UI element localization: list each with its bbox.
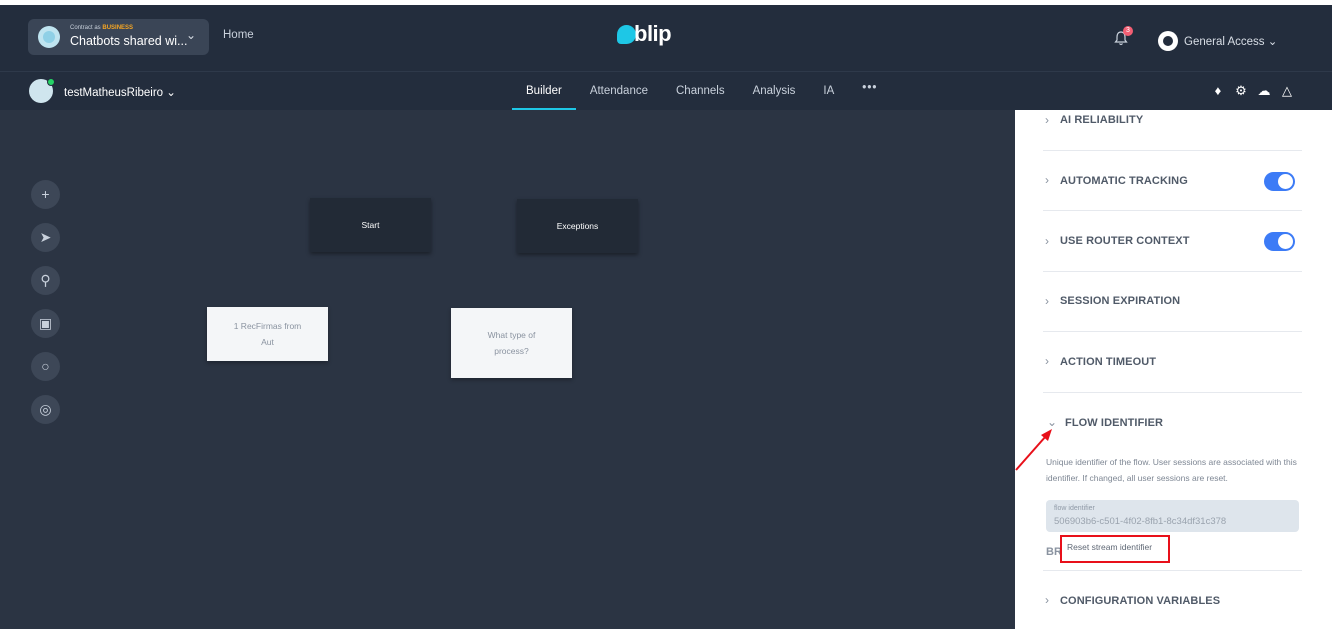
account-menu[interactable]: General Access ⌄ bbox=[1184, 34, 1277, 48]
node-process-type[interactable]: What type of process? bbox=[451, 308, 572, 378]
automatic-tracking-toggle[interactable] bbox=[1264, 172, 1295, 191]
tab-channels[interactable]: Channels bbox=[662, 72, 739, 111]
flow-settings-panel: › AI RELIABILITY › AUTOMATIC TRACKING › … bbox=[1015, 110, 1332, 629]
flow-identifier-label: flow identifier bbox=[1054, 505, 1095, 512]
chevron-right-icon: › bbox=[1045, 354, 1049, 368]
add-icon[interactable]: + bbox=[31, 180, 60, 209]
bot-navigation-bar: testMatheusRibeiro ⌄ Builder Attendance … bbox=[0, 71, 1332, 111]
contract-selector[interactable]: Contract as BUSINESS Chatbots shared wi.… bbox=[28, 19, 209, 55]
bot-avatar[interactable] bbox=[29, 78, 55, 103]
account-avatar[interactable] bbox=[1158, 31, 1178, 51]
contract-name: Chatbots shared wi... bbox=[70, 34, 188, 48]
section-automatic-tracking[interactable]: › AUTOMATIC TRACKING bbox=[1043, 151, 1302, 211]
rocket-icon[interactable]: ➤ bbox=[31, 223, 60, 252]
bot-selector[interactable]: testMatheusRibeiro ⌄ bbox=[64, 85, 176, 99]
chevron-right-icon: › bbox=[1045, 294, 1049, 308]
section-action-timeout[interactable]: › ACTION TIMEOUT bbox=[1043, 332, 1302, 393]
puzzle-icon[interactable]: ♦ bbox=[1211, 83, 1225, 99]
notification-badge: 3 bbox=[1123, 26, 1133, 36]
flow-canvas[interactable]: + ➤ ⚲ ▣ ○ ◎ Start Exceptions 1 RecFirmas… bbox=[0, 110, 1015, 629]
section-ai-reliability[interactable]: › AI RELIABILITY bbox=[1043, 110, 1302, 151]
book-icon[interactable]: ▣ bbox=[31, 309, 60, 338]
wrench-icon[interactable]: ⚲ bbox=[31, 266, 60, 295]
tab-analysis[interactable]: Analysis bbox=[739, 72, 810, 111]
flow-identifier-value: 506903b6-c501-4f02-8fb1-8c34df31c378 bbox=[1054, 516, 1227, 527]
section-session-expiration[interactable]: › SESSION EXPIRATION bbox=[1043, 272, 1302, 332]
flow-identifier-description: Unique identifier of the flow. User sess… bbox=[1046, 457, 1297, 483]
builder-toolbar: ♦ ⚙ ☁ △ bbox=[1211, 83, 1294, 99]
node-start[interactable]: Start bbox=[310, 198, 431, 252]
canvas-tools: + ➤ ⚲ ▣ ○ ◎ bbox=[31, 180, 60, 424]
node-recfirmas[interactable]: 1 RecFirmas from Aut bbox=[207, 307, 328, 361]
flow-identifier-field[interactable]: flow identifier 506903b6-c501-4f02-8fb1-… bbox=[1046, 500, 1299, 532]
use-router-context-toggle[interactable] bbox=[1264, 232, 1295, 251]
chevron-down-icon: ⌄ bbox=[186, 28, 197, 42]
online-status-dot bbox=[47, 78, 55, 86]
chevron-right-icon: › bbox=[1045, 113, 1049, 127]
cloud-icon[interactable]: ☁ bbox=[1257, 83, 1271, 99]
tab-ia[interactable]: IA bbox=[809, 72, 848, 111]
home-link[interactable]: Home bbox=[223, 29, 254, 41]
more-tabs-icon[interactable]: ••• bbox=[848, 72, 891, 111]
tab-attendance[interactable]: Attendance bbox=[576, 72, 662, 111]
chevron-right-icon: › bbox=[1045, 593, 1049, 607]
main-tabs: Builder Attendance Channels Analysis IA … bbox=[512, 72, 891, 111]
top-header: Contract as BUSINESS Chatbots shared wi.… bbox=[0, 5, 1332, 71]
contract-plan-label: Contract as BUSINESS bbox=[70, 25, 134, 31]
search-icon[interactable]: ○ bbox=[31, 352, 60, 381]
contract-avatar bbox=[38, 26, 60, 48]
annotation-arrow-icon bbox=[1015, 429, 1052, 471]
link-icon[interactable]: ◎ bbox=[31, 395, 60, 424]
chevron-right-icon: › bbox=[1045, 234, 1049, 248]
section-configuration-variables[interactable]: › CONFIGURATION VARIABLES bbox=[1043, 571, 1302, 629]
flask-icon[interactable]: △ bbox=[1280, 83, 1294, 99]
bell-icon[interactable]: 3 bbox=[1114, 26, 1133, 49]
chevron-right-icon: › bbox=[1045, 173, 1049, 187]
node-exceptions[interactable]: Exceptions bbox=[517, 199, 638, 253]
gear-icon[interactable]: ⚙ bbox=[1234, 83, 1248, 99]
section-use-router-context[interactable]: › USE ROUTER CONTEXT bbox=[1043, 211, 1302, 272]
reset-stream-identifier-button[interactable]: Reset stream identifier bbox=[1060, 535, 1170, 563]
tab-builder[interactable]: Builder bbox=[512, 72, 576, 111]
